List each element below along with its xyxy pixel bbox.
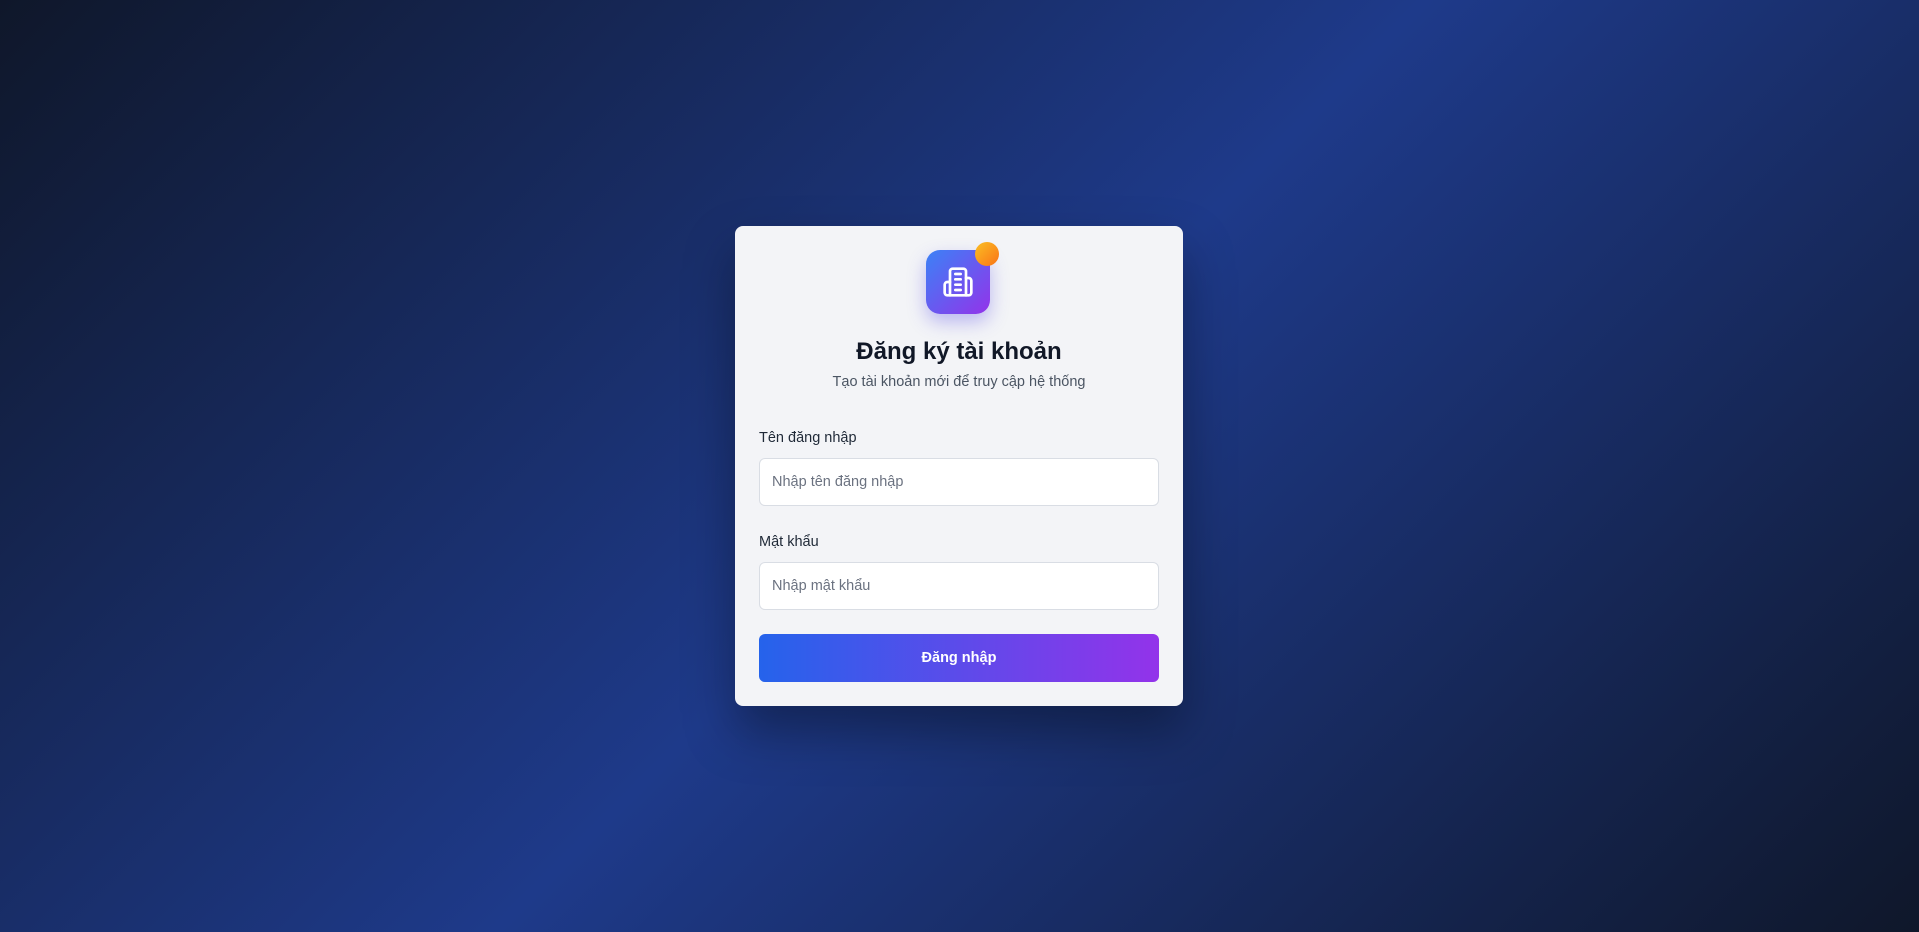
notification-dot (975, 242, 999, 266)
password-input[interactable] (759, 562, 1159, 610)
app-logo (926, 242, 999, 314)
page-subtitle: Tạo tài khoản mới để truy cập hệ thống (832, 374, 1086, 390)
username-input[interactable] (759, 458, 1159, 506)
page-title: Đăng ký tài khoản (856, 338, 1062, 365)
password-label: Mật khẩu (759, 534, 819, 550)
username-label: Tên đăng nhập (759, 430, 857, 446)
building-icon (943, 267, 973, 297)
submit-button[interactable]: Đăng nhập (759, 634, 1159, 682)
register-card: Đăng ký tài khoản Tạo tài khoản mới để t… (735, 226, 1183, 706)
